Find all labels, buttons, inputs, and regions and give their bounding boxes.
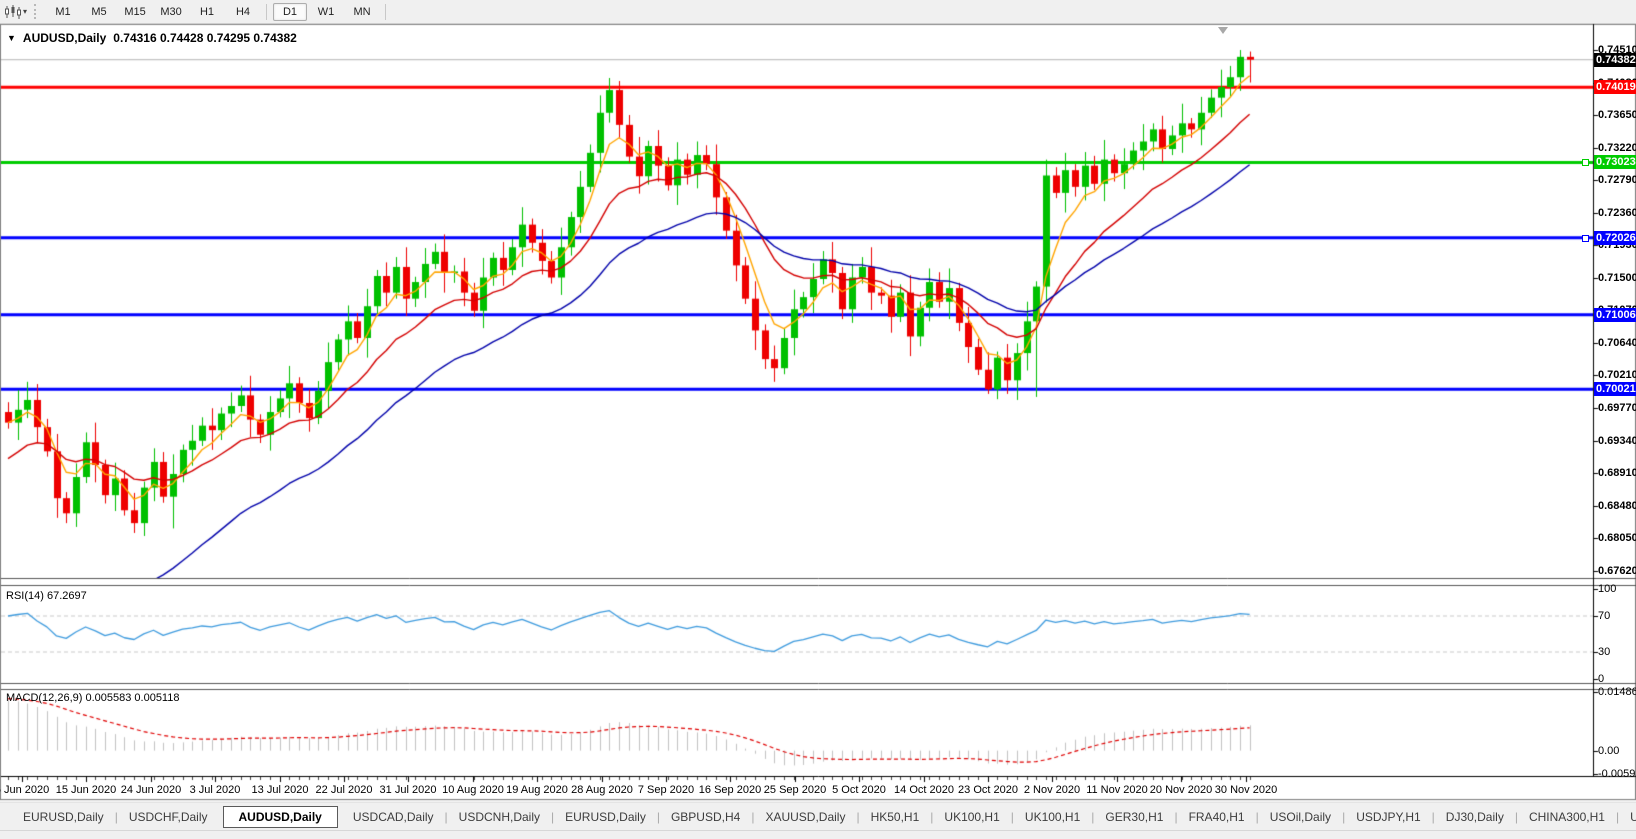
price-axis-label: 0.71500 [1598, 271, 1636, 284]
price-axis-label: 0.72360 [1598, 206, 1636, 219]
tab-CHINA300-H1[interactable]: CHINA300,H1 [1516, 806, 1618, 828]
macd-axis-label: 0.014861 [1598, 686, 1636, 698]
date-axis-label: 7 Sep 2020 [637, 784, 695, 796]
date-axis-label: 30 Nov 2020 [1214, 784, 1278, 796]
tab-USDCHF-Daily[interactable]: USDCHF,Daily [116, 806, 221, 828]
rsi-axis-label: 100 [1598, 583, 1617, 595]
tab-USDCAD-Daily[interactable]: USDCAD,Daily [340, 806, 447, 828]
price-line-tag: 0.74019 [1594, 80, 1636, 95]
tab-EURUSD-Daily[interactable]: EURUSD,Daily [552, 806, 659, 828]
tab-DJ30-Daily[interactable]: DJ30,Daily [1433, 806, 1517, 828]
price-axis-label: 0.68050 [1598, 532, 1636, 545]
price-axis-label: 0.68480 [1598, 499, 1636, 512]
rsi-axis-label: 70 [1598, 610, 1611, 622]
price-axis-label: 0.68910 [1598, 467, 1636, 480]
date-axis-label: 20 Nov 2020 [1149, 784, 1213, 796]
date-axis-label: 24 Jun 2020 [120, 784, 182, 796]
chart-ohlc-values: 0.74316 0.74428 0.74295 0.74382 [113, 31, 297, 45]
tab-USOil-H[interactable]: USOil,H [1617, 806, 1636, 828]
chart-symbol: AUDUSD,Daily [22, 31, 107, 45]
tab-USDJPY-H1[interactable]: USDJPY,H1 [1343, 806, 1433, 828]
date-axis-label: 3 Jul 2020 [189, 784, 241, 796]
chart-tab-bar: EURUSD,Daily | USDCHF,Daily AUDUSD,Daily USD… [0, 802, 1636, 830]
date-axis-label: 5 Oct 2020 [832, 784, 886, 796]
rsi-axis-label: 30 [1598, 646, 1611, 658]
line-drag-handle[interactable] [1582, 159, 1589, 167]
price-line-tag: 0.73023 [1594, 155, 1636, 170]
date-axis-label: 14 Oct 2020 [894, 784, 954, 796]
tab-USDCNH-Daily[interactable]: USDCNH,Daily [446, 806, 553, 828]
price-axis-label: 0.70640 [1598, 336, 1636, 349]
chart-shift-marker[interactable] [1218, 27, 1228, 34]
date-axis-label: 5 Jun 2020 [0, 784, 50, 796]
price-axis-label: 0.72790 [1598, 174, 1636, 187]
chart-title: ▼ AUDUSD,Daily 0.74316 0.74428 0.74295 0… [7, 31, 297, 45]
date-axis-label: 11 Nov 2020 [1086, 784, 1148, 796]
rsi-indicator-label: RSI(14) 67.2697 [6, 590, 87, 602]
date-axis-label: 13 Jul 2020 [251, 784, 309, 796]
tab-XAUUSD-Daily[interactable]: XAUUSD,Daily [752, 806, 858, 828]
date-axis-label: 23 Oct 2020 [958, 784, 1018, 796]
date-axis-label: 19 Aug 2020 [506, 784, 568, 796]
tab-AUDUSD-Daily[interactable]: AUDUSD,Daily [222, 805, 338, 828]
macd-axis-label: -0.00593 [1598, 768, 1636, 780]
tab-USOil-Daily[interactable]: USOil,Daily [1257, 806, 1344, 828]
line-drag-handle[interactable] [1582, 234, 1589, 242]
price-axis-label: 0.67620 [1598, 564, 1636, 577]
rsi-axis-label: 0 [1598, 673, 1605, 685]
date-axis-label: 15 Jun 2020 [55, 784, 117, 796]
date-axis-label: 22 Jul 2020 [315, 784, 373, 796]
macd-indicator-label: MACD(12,26,9) 0.005583 0.005118 [6, 692, 180, 704]
tab-UK100-H1[interactable]: UK100,H1 [1012, 806, 1093, 828]
date-axis-label: 16 Sep 2020 [698, 784, 762, 796]
tab-HK50-H1[interactable]: HK50,H1 [858, 806, 933, 828]
price-axis-label: 0.70210 [1598, 369, 1636, 381]
tab-UK100-H1[interactable]: UK100,H1 [931, 806, 1012, 828]
tab-EURUSD-Daily[interactable]: EURUSD,Daily [10, 806, 117, 828]
price-axis-label: 0.73650 [1598, 109, 1636, 122]
tab-FRA40-H1[interactable]: FRA40,H1 [1176, 806, 1258, 828]
price-line-tag: 0.74382 [1594, 52, 1636, 67]
price-axis-label: 0.69340 [1598, 434, 1636, 447]
macd-axis-label: 0.00 [1598, 744, 1620, 757]
price-line-tag: 0.70021 [1594, 382, 1636, 397]
collapse-triangle-icon[interactable]: ▼ [7, 33, 16, 43]
price-line-tag: 0.72026 [1594, 230, 1636, 245]
chart-canvas[interactable] [0, 0, 1636, 838]
tab-GBPUSD-H4[interactable]: GBPUSD,H4 [658, 806, 753, 828]
price-axis-label: 0.73220 [1598, 141, 1636, 154]
date-axis-label: 25 Sep 2020 [763, 784, 827, 796]
date-axis-label: 2 Nov 2020 [1023, 784, 1081, 796]
date-axis-label: 10 Aug 2020 [442, 784, 504, 796]
tab-GER30-H1[interactable]: GER30,H1 [1092, 806, 1176, 828]
date-axis-label: 28 Aug 2020 [571, 784, 633, 796]
price-line-tag: 0.71006 [1594, 307, 1636, 322]
price-axis-label: 0.69770 [1598, 402, 1636, 415]
date-axis-label: 31 Jul 2020 [379, 784, 437, 796]
